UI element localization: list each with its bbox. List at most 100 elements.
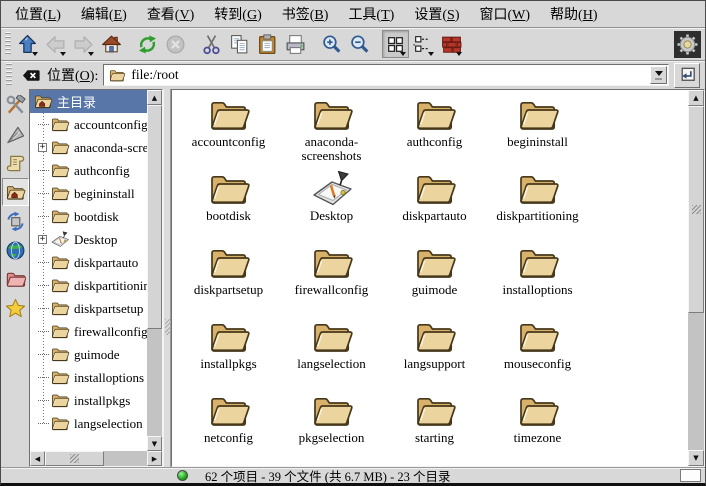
scroll-up-arrow[interactable]: ▲ xyxy=(147,90,162,105)
konqueror-gear-icon xyxy=(674,31,701,58)
tree-horizontal-scrollbar[interactable]: ◀ ▶ xyxy=(30,451,162,466)
file-item-pkgselection[interactable]: pkgselection xyxy=(280,389,383,463)
home-button[interactable] xyxy=(98,30,125,58)
tree-item-主目录[interactable]: 主目录 xyxy=(30,90,147,113)
menu-item-G[interactable]: 转到(G) xyxy=(204,2,271,26)
zoom-in-button[interactable] xyxy=(318,30,345,58)
history-scroll-tab[interactable] xyxy=(2,149,29,177)
file-item-begininstall[interactable]: begininstall xyxy=(486,93,589,167)
clear-location-button[interactable] xyxy=(20,64,42,86)
toolbar-drag-handle[interactable] xyxy=(5,32,11,56)
tree-item-accountconfig[interactable]: accountconfig xyxy=(30,113,147,136)
file-item-installpkgs[interactable]: installpkgs xyxy=(177,315,280,389)
bricks-button[interactable] xyxy=(438,30,465,58)
tree-item-langselection[interactable]: langselection xyxy=(30,412,147,435)
file-item-mouseconfig[interactable]: mouseconfig xyxy=(486,315,589,389)
file-item-timezone[interactable]: timezone xyxy=(486,389,589,463)
tree-item-firewallconfig[interactable]: firewallconfig xyxy=(30,320,147,343)
tree-item-diskpartsetup[interactable]: diskpartsetup xyxy=(30,297,147,320)
file-item-diskpartauto[interactable]: diskpartauto xyxy=(383,167,486,241)
menu-item-B[interactable]: 书签(B) xyxy=(272,2,339,26)
tools-tab[interactable] xyxy=(2,91,29,119)
tree-guide-line xyxy=(38,331,49,332)
copy-button[interactable] xyxy=(226,30,253,58)
location-folder-icon-slot xyxy=(108,68,126,83)
folder-icon xyxy=(413,244,457,282)
menu-item-V[interactable]: 查看(V) xyxy=(137,2,204,26)
icon-view-button[interactable] xyxy=(382,30,409,58)
file-item-anaconda-screenshots[interactable]: anaconda-screenshots xyxy=(280,93,383,167)
reload-button[interactable] xyxy=(134,30,161,58)
file-item-langsupport[interactable]: langsupport xyxy=(383,315,486,389)
panel-splitter[interactable] xyxy=(163,89,171,467)
go-button[interactable] xyxy=(674,63,700,88)
up-button[interactable] xyxy=(14,30,41,58)
tree-item-bootdisk[interactable]: bootdisk xyxy=(30,205,147,228)
red-folder-tab[interactable] xyxy=(2,265,29,293)
location-combobox[interactable]: file:/root xyxy=(103,64,669,86)
tree-item-anaconda-scree[interactable]: +anaconda-scree xyxy=(30,136,147,159)
tree-item-begininstall[interactable]: begininstall xyxy=(30,182,147,205)
tree-item-authconfig[interactable]: authconfig xyxy=(30,159,147,182)
zoom-out-button[interactable] xyxy=(346,30,373,58)
scrollbar-thumb[interactable] xyxy=(147,105,162,329)
location-dropdown-button[interactable] xyxy=(650,66,667,84)
scroll-down-arrow[interactable]: ▼ xyxy=(147,436,162,451)
tree-item-installoptions[interactable]: installoptions xyxy=(30,366,147,389)
menu-item-H[interactable]: 帮助(H) xyxy=(540,2,607,26)
file-item-authconfig[interactable]: authconfig xyxy=(383,93,486,167)
scrollbar-thumb[interactable] xyxy=(688,106,704,313)
file-item-starting[interactable]: starting xyxy=(383,389,486,463)
tree-item-diskpartitioning[interactable]: diskpartitioning xyxy=(30,274,147,297)
file-item-bootdisk[interactable]: bootdisk xyxy=(177,167,280,241)
main-vertical-scrollbar[interactable]: ▲ ▼ xyxy=(688,90,704,466)
file-item-installoptions[interactable]: installoptions xyxy=(486,241,589,315)
scroll-left-arrow[interactable]: ◀ xyxy=(30,451,45,466)
paste-button[interactable] xyxy=(254,30,281,58)
scrollbar-thumb[interactable] xyxy=(45,451,104,466)
cut-button[interactable] xyxy=(198,30,225,58)
back-button[interactable] xyxy=(42,30,69,58)
file-item-accountconfig[interactable]: accountconfig xyxy=(177,93,280,167)
pen-nib-tab[interactable] xyxy=(2,120,29,148)
menu-item-L[interactable]: 位置(L) xyxy=(5,2,71,26)
tree-item-guimode[interactable]: guimode xyxy=(30,343,147,366)
tree-guide-line xyxy=(38,124,49,125)
file-item-label: guimode xyxy=(412,283,458,297)
scroll-up-arrow[interactable]: ▲ xyxy=(688,90,704,106)
forward-button[interactable] xyxy=(70,30,97,58)
menu-item-S[interactable]: 设置(S) xyxy=(404,2,469,26)
tree-item-Desktop[interactable]: +Desktop xyxy=(30,228,147,251)
file-item-langselection[interactable]: langselection xyxy=(280,315,383,389)
globe-tab[interactable] xyxy=(2,236,29,264)
menu-item-W[interactable]: 窗口(W) xyxy=(469,2,540,26)
scroll-down-arrow[interactable]: ▼ xyxy=(688,450,704,466)
home-folder-tab[interactable] xyxy=(2,178,29,206)
tree-item-installpkgs[interactable]: installpkgs xyxy=(30,389,147,412)
expander-plus-icon[interactable]: + xyxy=(38,143,47,152)
tree-vertical-scrollbar[interactable]: ▲ ▼ xyxy=(147,90,162,451)
location-toolbar-drag-handle[interactable] xyxy=(6,63,12,87)
menu-item-E[interactable]: 编辑(E) xyxy=(71,2,137,26)
file-item-label: diskpartsetup xyxy=(194,283,263,297)
services-tab[interactable] xyxy=(2,207,29,235)
bookmarks-star-tab[interactable] xyxy=(2,294,29,322)
tree-item-diskpartauto[interactable]: diskpartauto xyxy=(30,251,147,274)
expander-plus-icon[interactable]: + xyxy=(38,235,47,244)
file-item-Desktop[interactable]: Desktop xyxy=(280,167,383,241)
menu-item-T[interactable]: 工具(T) xyxy=(338,2,404,26)
tree-view-button[interactable] xyxy=(410,30,437,58)
file-item-diskpartitioning[interactable]: diskpartitioning xyxy=(486,167,589,241)
file-item-guimode[interactable]: guimode xyxy=(383,241,486,315)
tree-item-label: installpkgs xyxy=(74,393,130,409)
stop-button[interactable] xyxy=(162,30,189,58)
file-item-netconfig[interactable]: netconfig xyxy=(177,389,280,463)
resize-grip[interactable] xyxy=(680,469,701,482)
location-label: 位置(O): xyxy=(47,65,98,85)
file-item-label: langselection xyxy=(297,357,366,371)
print-button[interactable] xyxy=(282,30,309,58)
file-item-diskpartsetup[interactable]: diskpartsetup xyxy=(177,241,280,315)
scroll-right-arrow[interactable]: ▶ xyxy=(147,451,162,466)
file-item-firewallconfig[interactable]: firewallconfig xyxy=(280,241,383,315)
dropdown-caret-icon xyxy=(456,52,462,56)
